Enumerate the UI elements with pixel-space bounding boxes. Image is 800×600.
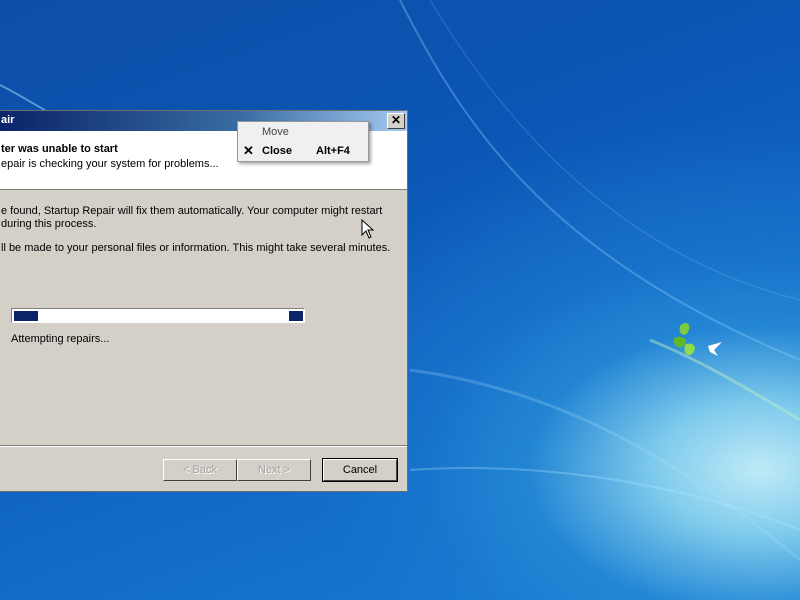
menu-item-label: Close: [262, 145, 292, 157]
cancel-button[interactable]: Cancel: [322, 458, 398, 482]
header-title: ter was unable to start: [1, 143, 118, 155]
body-line-2: during this process.: [1, 218, 97, 230]
windows-logo-leaves-icon: [673, 323, 722, 356]
dialog-title: air: [1, 114, 15, 126]
body-line-3: ll be made to your personal files or inf…: [1, 242, 391, 254]
close-icon: ✕: [243, 143, 254, 158]
progress-chunk: [289, 311, 303, 321]
menu-item-label: Move: [262, 126, 289, 138]
progress-chunk: [14, 311, 38, 321]
progress-bar: [11, 308, 305, 323]
header-subtitle: epair is checking your system for proble…: [1, 158, 219, 170]
back-button[interactable]: < Back: [163, 459, 237, 481]
button-separator: [0, 445, 407, 447]
close-icon[interactable]: ✕: [387, 113, 405, 129]
window-context-menu: Move ✕ Close Alt+F4: [237, 121, 369, 162]
status-text: Attempting repairs...: [11, 333, 110, 345]
next-button[interactable]: Next >: [237, 459, 311, 481]
body-line-1: e found, Startup Repair will fix them au…: [1, 205, 383, 217]
menu-item-close[interactable]: ✕ Close Alt+F4: [238, 142, 368, 160]
startup-repair-dialog: air ✕ ter was unable to start epair is c…: [0, 110, 408, 492]
menu-item-accelerator: Alt+F4: [316, 145, 350, 157]
menu-item-move[interactable]: Move: [238, 123, 368, 141]
mouse-cursor-icon: [361, 219, 375, 239]
